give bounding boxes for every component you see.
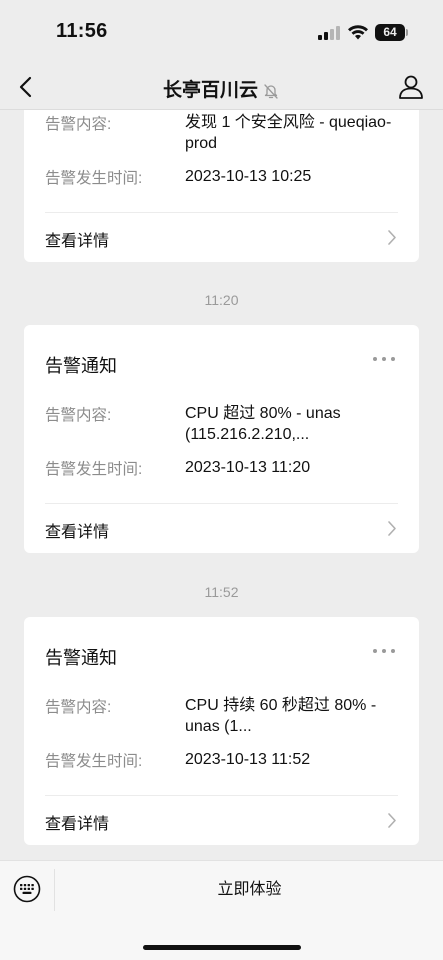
time-label: 告警发生时间: xyxy=(45,170,143,187)
content-label: 告警内容: xyxy=(45,407,112,424)
view-details-link[interactable]: 查看详情 xyxy=(24,796,419,846)
chat-title-text: 长亭百川云 xyxy=(162,80,258,101)
menu-item-try-now[interactable]: 立即体验 xyxy=(56,861,443,919)
profile-button[interactable] xyxy=(396,72,426,102)
chat-area[interactable]: 告警内容: 发现 1 个安全风险 - queqiao-prod 告警发生时间: … xyxy=(0,64,443,860)
card-title: 告警通知 xyxy=(45,648,117,668)
view-details-label: 查看详情 xyxy=(45,233,110,250)
time-label: 告警发生时间: xyxy=(45,753,143,770)
time-label: 告警发生时间: xyxy=(45,461,143,478)
bar-divider xyxy=(54,869,55,911)
message-timestamp: 11:20 xyxy=(204,292,239,308)
view-details-link[interactable]: 查看详情 xyxy=(24,213,419,263)
view-details-label: 查看详情 xyxy=(45,816,110,833)
message-timestamp: 11:52 xyxy=(204,584,239,600)
content-value: CPU 超过 80% - unas (115.216.2.210,... xyxy=(185,405,341,443)
more-options-button[interactable] xyxy=(373,647,395,655)
alert-card: 告警通知 告警内容: CPU 持续 60 秒超过 80% - unas (1..… xyxy=(24,617,419,845)
chevron-right-icon xyxy=(388,813,396,828)
signal-icon xyxy=(318,26,340,40)
chevron-right-icon xyxy=(388,521,396,536)
time-value: 2023-10-13 11:52 xyxy=(185,751,311,768)
keyboard-toggle-button[interactable] xyxy=(13,875,41,903)
view-details-link[interactable]: 查看详情 xyxy=(24,504,419,554)
content-label: 告警内容: xyxy=(45,116,112,133)
content-label: 告警内容: xyxy=(45,699,112,716)
chevron-right-icon xyxy=(388,230,396,245)
home-indicator xyxy=(143,945,301,950)
content-value: 发现 1 个安全风险 - queqiao-prod xyxy=(185,114,392,152)
chat-title: 长亭百川云 xyxy=(0,75,443,102)
content-value: CPU 持续 60 秒超过 80% - unas (1... xyxy=(185,697,377,735)
card-title: 告警通知 xyxy=(45,356,117,376)
alert-card: 告警通知 告警内容: CPU 超过 80% - unas (115.216.2.… xyxy=(24,325,419,553)
nav-bar: 长亭百川云 xyxy=(0,64,443,110)
battery-level: 64 xyxy=(375,24,405,41)
person-icon xyxy=(399,75,423,99)
time-value: 2023-10-13 11:20 xyxy=(185,459,311,476)
time-value: 2023-10-13 10:25 xyxy=(185,168,312,185)
wifi-icon xyxy=(348,25,368,40)
status-bar: 11:56 64 xyxy=(0,0,443,64)
status-time: 11:56 xyxy=(56,20,108,42)
keyboard-icon xyxy=(13,875,41,903)
bell-slash-icon xyxy=(264,84,278,99)
view-details-label: 查看详情 xyxy=(45,524,110,541)
more-options-button[interactable] xyxy=(373,355,395,363)
battery-tip xyxy=(406,29,408,36)
